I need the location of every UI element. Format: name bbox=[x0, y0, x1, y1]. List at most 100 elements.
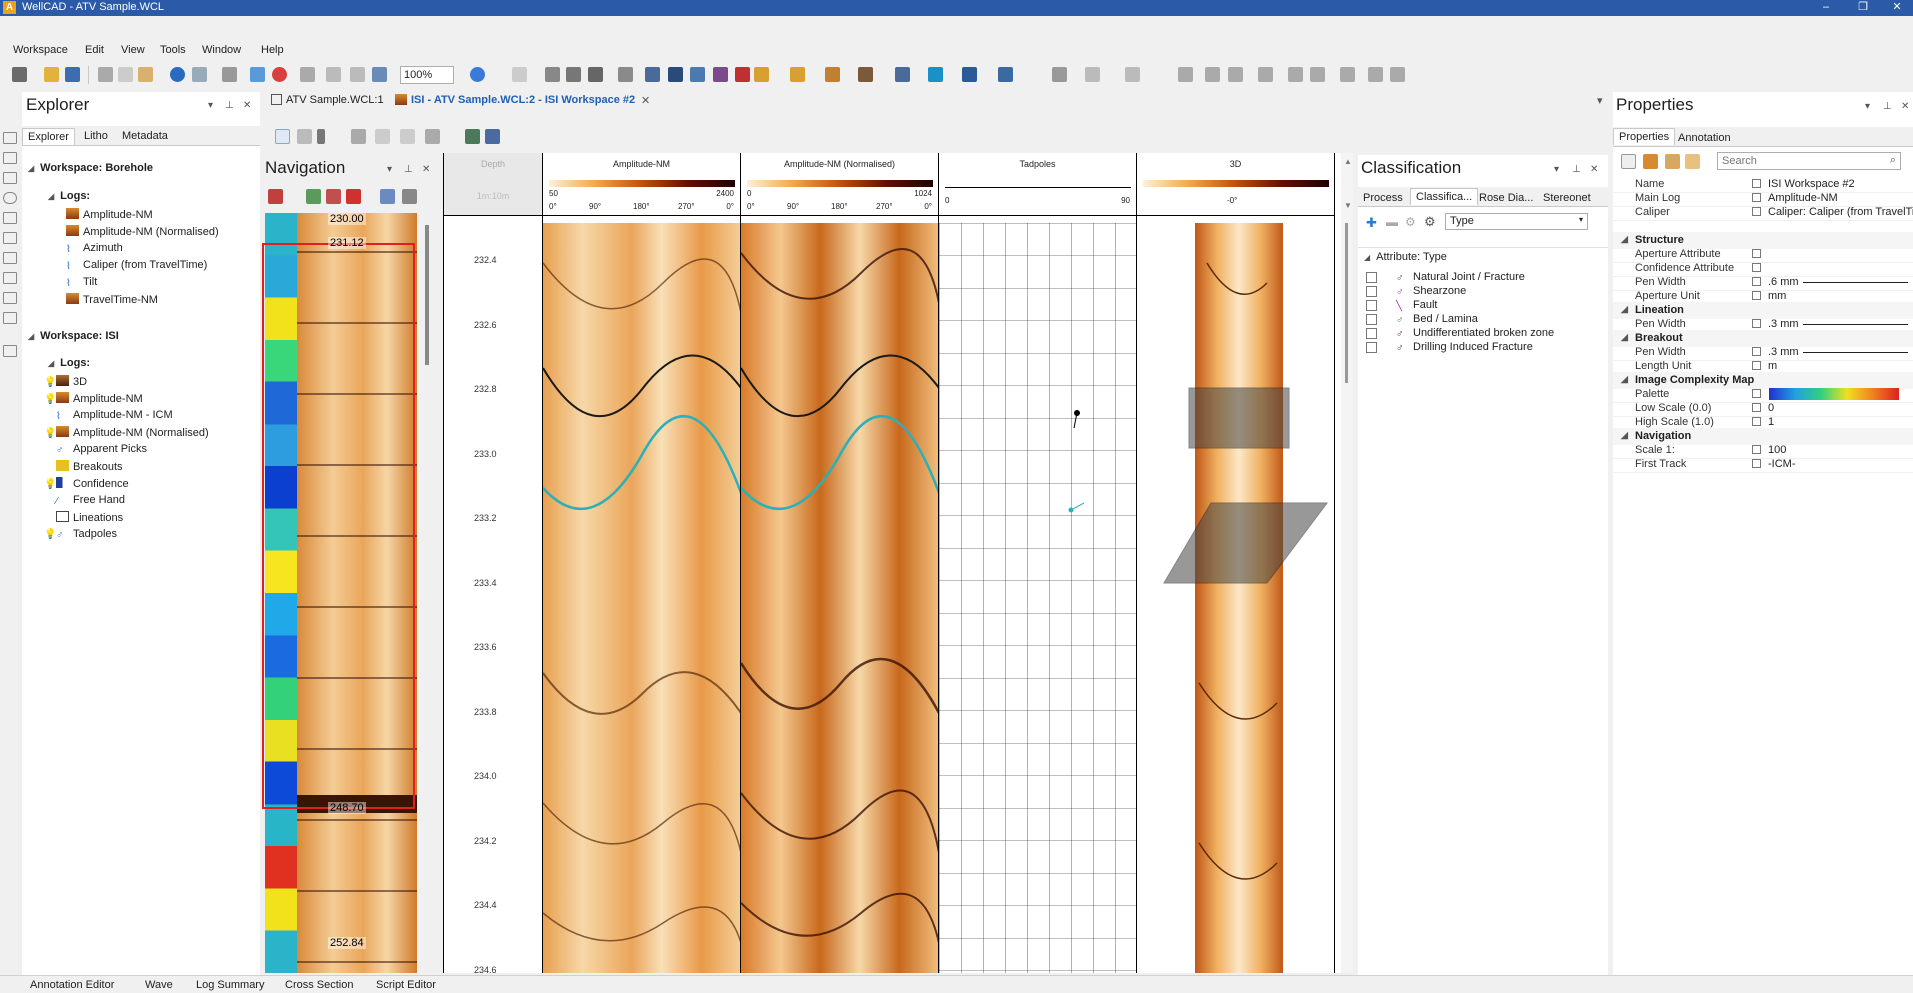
restore-button[interactable]: ❐ bbox=[1850, 0, 1876, 16]
tree-log-item[interactable]: Lineations bbox=[56, 511, 123, 524]
lightbulb-icon[interactable]: 💡 bbox=[44, 377, 56, 388]
checkbox-fault[interactable] bbox=[1366, 300, 1377, 311]
collapse-arrow-icon[interactable]: ◢ bbox=[1364, 253, 1370, 262]
new-icon[interactable] bbox=[12, 67, 27, 82]
property-checkbox[interactable] bbox=[1752, 319, 1761, 328]
panel-close-icon[interactable]: ✕ bbox=[1901, 101, 1909, 112]
pointer-icon[interactable] bbox=[512, 67, 527, 82]
cut-icon[interactable] bbox=[98, 67, 113, 82]
ellipse-tool-icon[interactable] bbox=[3, 192, 17, 204]
property-checkbox[interactable] bbox=[1752, 417, 1761, 426]
add-icon[interactable]: ✚ bbox=[1366, 215, 1377, 231]
panel-close-icon[interactable]: ✕ bbox=[1590, 164, 1598, 175]
minimize-button[interactable]: – bbox=[1813, 0, 1839, 16]
menu-view[interactable]: View bbox=[121, 44, 145, 56]
track-header-normalised[interactable]: Amplitude-NM (Normalised) 0 1024 0° 90° … bbox=[741, 153, 938, 216]
nav-remove-icon[interactable] bbox=[326, 189, 341, 204]
lightbulb-icon[interactable]: 💡 bbox=[44, 394, 56, 405]
export-icon[interactable] bbox=[465, 129, 480, 144]
class-item-shearzone[interactable]: ♂ Shearzone bbox=[1396, 285, 1466, 298]
tool-h-icon[interactable] bbox=[825, 67, 840, 82]
align-a-icon[interactable] bbox=[1125, 67, 1140, 82]
tool-c-icon[interactable] bbox=[690, 67, 705, 82]
tree-log-item[interactable]: TravelTime-NM bbox=[66, 293, 158, 306]
nav-delete-icon[interactable] bbox=[346, 189, 361, 204]
collapse-arrow-icon[interactable]: ◢ bbox=[1621, 430, 1628, 441]
property-row[interactable]: Caliper Caliper: Caliper (from TravelTime… bbox=[1613, 204, 1913, 221]
move-icon[interactable] bbox=[545, 67, 560, 82]
scroll-thumb[interactable] bbox=[1345, 223, 1348, 383]
property-search-input[interactable] bbox=[1718, 153, 1868, 169]
pin-icon[interactable]: ⊥ bbox=[404, 164, 413, 175]
collapse-arrow-icon[interactable]: ◢ bbox=[1621, 332, 1628, 343]
property-value[interactable]: Caliper: Caliper (from TravelTime) [mm] bbox=[1768, 206, 1913, 218]
property-checkbox[interactable] bbox=[1752, 389, 1761, 398]
paste-icon[interactable] bbox=[138, 67, 153, 82]
palette-swatch[interactable] bbox=[1769, 388, 1899, 400]
panel-menu-icon[interactable]: ▾ bbox=[387, 164, 392, 175]
tadpole-grid[interactable] bbox=[939, 223, 1136, 973]
pin-icon[interactable]: ⊥ bbox=[1572, 164, 1581, 175]
property-search[interactable]: ⌕ bbox=[1717, 152, 1901, 170]
property-checkbox[interactable] bbox=[1752, 207, 1761, 216]
tree-log-item[interactable]: 💡 Amplitude-NM bbox=[44, 392, 143, 405]
type-dropdown[interactable]: Type ▾ bbox=[1445, 213, 1588, 230]
tab-cross-section[interactable]: Cross Section bbox=[285, 979, 353, 991]
panel-menu-icon[interactable]: ▾ bbox=[1865, 101, 1870, 112]
tab-metadata[interactable]: Metadata bbox=[117, 128, 173, 144]
copy-icon[interactable] bbox=[118, 67, 133, 82]
track-amplitude[interactable]: Amplitude-NM 50 2400 0° 90° 180° 270° 0° bbox=[543, 153, 741, 973]
3d-view[interactable] bbox=[1137, 223, 1334, 973]
nav-edit-icon[interactable] bbox=[402, 189, 417, 204]
tab-litho[interactable]: Litho bbox=[79, 128, 113, 144]
class-item-broken-zone[interactable]: ♂ Undifferentiated broken zone bbox=[1396, 327, 1554, 340]
tab-classification[interactable]: Classifica... bbox=[1410, 188, 1479, 205]
nav-export-icon[interactable] bbox=[380, 189, 395, 204]
tree-log-item[interactable]: 💡 Confidence bbox=[44, 477, 129, 490]
tab-annotation[interactable]: Annotation bbox=[1673, 130, 1736, 146]
nav-tool-a-icon[interactable] bbox=[268, 189, 283, 204]
alphabetical-icon[interactable] bbox=[1643, 154, 1658, 169]
sort-icon[interactable] bbox=[1368, 67, 1383, 82]
class-item-drilling-induced[interactable]: ♂ Drilling Induced Fracture bbox=[1396, 341, 1533, 354]
nav-add-icon[interactable] bbox=[306, 189, 321, 204]
tree-log-item[interactable]: ⌇ Azimuth bbox=[66, 242, 123, 255]
open-folder-icon[interactable] bbox=[44, 67, 59, 82]
delete-icon[interactable] bbox=[222, 67, 237, 82]
pin-icon[interactable]: ⊥ bbox=[1883, 101, 1892, 112]
align-h-icon[interactable] bbox=[1340, 67, 1355, 82]
track-header-tadpoles[interactable]: Tadpoles 0 90 bbox=[939, 153, 1136, 216]
tool-d-icon[interactable] bbox=[713, 67, 728, 82]
tool-f-icon[interactable] bbox=[754, 67, 769, 82]
panel-menu-icon[interactable]: ▾ bbox=[1554, 164, 1559, 175]
checkbox-drilling-induced[interactable] bbox=[1366, 342, 1377, 353]
grid-icon[interactable] bbox=[1052, 67, 1067, 82]
align-d-icon[interactable] bbox=[1228, 67, 1243, 82]
class-item-bed-lamina[interactable]: ♂ Bed / Lamina bbox=[1396, 313, 1478, 326]
rect2-tool-icon[interactable] bbox=[3, 212, 17, 224]
property-checkbox[interactable] bbox=[1752, 179, 1761, 188]
tree-log-item[interactable]: ♂ Apparent Picks bbox=[56, 443, 147, 456]
page-icon[interactable] bbox=[300, 67, 315, 82]
doc-tab-close-icon[interactable]: ✕ bbox=[641, 94, 650, 107]
property-value[interactable]: .3 mm bbox=[1768, 318, 1799, 330]
property-value[interactable]: 1 bbox=[1768, 416, 1774, 428]
tab-stereonet[interactable]: Stereonet bbox=[1538, 190, 1596, 206]
property-checkbox[interactable] bbox=[1752, 361, 1761, 370]
curve-mode-icon[interactable] bbox=[275, 129, 290, 144]
layout-icon[interactable] bbox=[1085, 67, 1100, 82]
property-value[interactable]: .3 mm bbox=[1768, 346, 1799, 358]
brush-tool-icon[interactable] bbox=[3, 292, 17, 304]
doc-tab-atv-sample[interactable]: ATV Sample.WCL:1 bbox=[271, 94, 384, 106]
page-props-icon[interactable] bbox=[1665, 154, 1680, 169]
rect3-tool-icon[interactable] bbox=[3, 232, 17, 244]
tab-annotation-editor[interactable]: Annotation Editor bbox=[30, 979, 114, 991]
scroll-down-icon[interactable]: ▼ bbox=[1344, 201, 1352, 210]
checkbox-bed-lamina[interactable] bbox=[1366, 314, 1377, 325]
tab-list-dropdown-icon[interactable]: ▾ bbox=[1597, 94, 1603, 107]
property-checkbox[interactable] bbox=[1752, 263, 1761, 272]
property-value[interactable]: Amplitude-NM bbox=[1768, 192, 1838, 204]
property-checkbox[interactable] bbox=[1752, 277, 1761, 286]
scroll-up-icon[interactable]: ▲ bbox=[1344, 157, 1352, 166]
property-checkbox[interactable] bbox=[1752, 193, 1761, 202]
